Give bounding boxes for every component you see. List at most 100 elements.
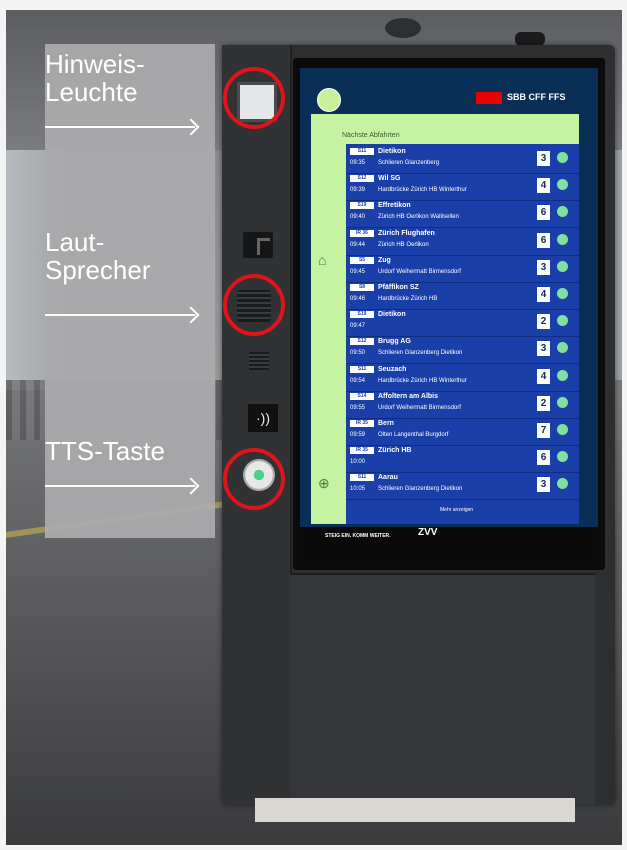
via-stops: Schlieren Glanzenberg Dietikon [378,486,463,493]
home-icon[interactable]: ⌂ [318,252,336,270]
destination: Wil SG [378,175,401,183]
departure-row[interactable]: S11 Aarau 10:05 Schlieren Glanzenberg Dieti… [346,472,579,501]
line-badge: S5 [350,256,374,264]
track-number: 6 [537,205,550,221]
kiosk-base [255,798,575,822]
more-link[interactable]: Mehr anzeigen [440,507,473,513]
departure-row[interactable]: S12 Brugg AG 09:50 Schlieren Glanzenberg Di… [346,336,579,365]
details-icon[interactable] [557,315,568,327]
callout-arrow [45,126,195,128]
departure-row[interactable]: S11 Seuzach 09:54 Hardbrücke Zürich HB Wint… [346,364,579,392]
destination: Bern [378,420,394,427]
details-icon[interactable] [557,233,568,245]
line-badge: IR 35 [350,447,374,455]
destination: Zürich HB [378,447,412,455]
details-icon[interactable] [557,260,568,272]
details-icon[interactable] [557,451,568,463]
departure-row[interactable]: S11 Dietikon 09:35 Schlieren Glanzenberg 3 [346,146,579,174]
line-badge: S8 [350,284,374,291]
line-badge: S11 [350,365,374,373]
track-number: 2 [537,395,550,411]
departures-heading: Nächste Abfahrten [342,132,400,139]
destination: Zürich Flughafen [378,229,435,237]
departure-row[interactable]: S5 Zug 09:45 Urdorf Weihermatt Birmensdorf 3 [346,255,579,283]
destination: Pfäffikon SZ [378,284,419,291]
destination: Seuzach [378,365,407,373]
line-badge: S19 [350,202,374,210]
via-stops: Urdorf Weihermatt Birmensdorf [378,404,461,411]
track-number: 3 [537,341,550,357]
details-icon[interactable] [557,179,568,191]
details-icon[interactable] [557,396,568,408]
callout-speaker-label: Laut- Sprecher [45,227,151,285]
departure-time: 09:40 [350,214,366,221]
departure-row[interactable]: S12 Wil SG 09:39 Hardbrücke Zürich HB Winte… [346,173,579,202]
details-icon[interactable] [557,369,568,381]
departure-time: 09:50 [350,350,366,357]
departure-row[interactable]: IR 36 Zürich Flughafen 09:44 Zürich HB Oerl… [346,228,579,256]
line-badge: S12 [350,175,374,183]
destination: Affoltern am Albis [378,392,439,400]
destination: Effretikon [378,202,411,210]
ceiling-camera [515,32,545,46]
departure-time: 09:54 [350,377,366,384]
details-icon[interactable] [557,152,568,163]
via-stops: Schlieren Glanzenberg Dietikon [378,350,463,357]
line-badge: S12 [350,338,374,346]
departure-time: 09:45 [350,268,366,275]
departure-time: 09:39 [350,187,366,194]
departure-row[interactable]: S8 Pfäffikon SZ 09:46 Hardbrücke Zürich HB 4 [346,282,579,310]
clock-icon [317,88,341,112]
track-number: 6 [537,232,550,248]
destination: Dietikon [378,311,406,319]
via-stops: Urdorf Weihermatt Birmensdorf [378,268,461,275]
details-icon[interactable] [557,478,568,490]
line-badge: IR 35 [350,420,374,427]
zvv-logo: ZVV [418,527,438,538]
track-number: 4 [537,368,550,384]
details-icon[interactable] [557,342,568,354]
track-number: 7 [537,423,550,438]
departure-time: 09:44 [350,241,366,248]
track-number: 4 [537,287,550,302]
globe-icon[interactable]: ⊕ [318,475,336,493]
highlight-ring-tts [223,448,285,510]
screen-nav-rail [311,144,346,524]
footer-slogan: STEIG EIN. KOMM WEITER. [325,533,391,539]
via-stops: Olten Langenthal Burgdorf [378,432,449,438]
line-badge: S11 [350,148,374,155]
ceiling-lamp [385,18,421,38]
destination: Dietikon [378,148,406,155]
track-number: 3 [537,477,550,493]
line-badge: S11 [350,474,374,482]
track-number: 2 [537,314,550,330]
card-slot-icon [243,232,273,258]
departure-row[interactable]: IR 35 Zürich HB 10:00 6 [346,445,579,474]
microphone-grille [249,352,269,370]
departure-time: 09:59 [350,432,366,438]
via-stops: Zürich HB Oerlikon [378,241,429,248]
departure-time: 09:46 [350,296,366,302]
callout-tts-label: TTS-Taste [45,436,165,466]
via-stops: Zürich HB Oerlikon Wallisellen [378,214,459,221]
departure-time: 09:47 [350,323,366,330]
departure-row[interactable]: S19 Effretikon 09:40 Zürich HB Oerlikon Wal… [346,200,579,229]
details-icon[interactable] [557,424,568,435]
details-icon[interactable] [557,288,568,299]
departure-time: 10:00 [350,459,366,466]
departure-time: 09:55 [350,404,366,411]
line-badge: S14 [350,392,374,400]
callout-arrow [45,485,195,487]
departure-row[interactable]: S19 Dietikon 09:47 2 [346,309,579,338]
departure-row[interactable]: IR 35 Bern 09:59 Olten Langenthal Burgdorf 7 [346,418,579,446]
track-number: 3 [537,259,550,275]
destination: Brugg AG [378,338,411,346]
departure-row[interactable]: S14 Affoltern am Albis 09:55 Urdorf Weiherm… [346,391,579,419]
sound-waves-icon: ·)) [248,404,278,432]
callout-arrow [45,314,195,316]
destination: Zug [378,256,391,264]
line-badge: S19 [350,311,374,319]
departure-time: 09:35 [350,160,366,166]
details-icon[interactable] [557,206,568,218]
sbb-brand: SBB CFF FFS [507,92,566,102]
